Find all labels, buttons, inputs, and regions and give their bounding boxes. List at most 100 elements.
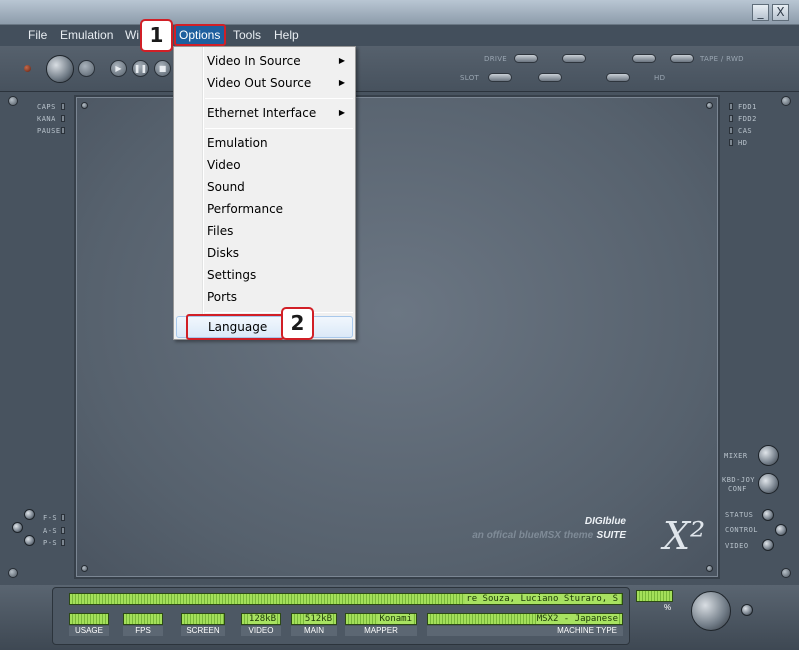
menu-item-label: Disks — [207, 246, 240, 260]
screw-icon — [781, 568, 791, 578]
drive-a-toggle[interactable] — [514, 54, 538, 63]
submenu-arrow-icon: ▶ — [338, 78, 345, 87]
play-button[interactable]: ▶ — [110, 60, 127, 77]
caps-label: CAPS — [37, 103, 56, 111]
ticker-display: re Souza, Luciano Sturaro, S — [69, 593, 623, 605]
menu-item-settings[interactable]: Settings — [176, 264, 353, 286]
fps-display — [123, 613, 163, 625]
video-memory-display: 128kB — [241, 613, 281, 625]
control-button[interactable] — [775, 524, 787, 536]
menu-item-sound[interactable]: Sound — [176, 176, 353, 198]
ps-led — [61, 539, 65, 546]
tape-toggle[interactable] — [632, 54, 656, 63]
menu-item-label: Ethernet Interface — [207, 106, 317, 120]
menu-item-label: Settings — [207, 268, 257, 282]
mixer-button[interactable] — [758, 445, 779, 466]
menu-item-label: Ports — [207, 290, 238, 304]
as-led — [61, 527, 65, 534]
menu-tools[interactable]: Tools — [229, 25, 265, 46]
drive-label: DRIVE — [484, 55, 508, 63]
menu-item-ports[interactable]: Ports — [176, 286, 353, 308]
emulator-screen[interactable]: DIGIblue an offical blueMSX theme SUITE — [74, 95, 720, 579]
fdd2-label: FDD2 — [738, 115, 757, 123]
as-button[interactable] — [12, 522, 23, 533]
menu-separator — [205, 312, 353, 313]
video-memory-label: VIDEO — [241, 626, 281, 636]
mixer-label: MIXER — [724, 452, 748, 460]
main-memory-display: 512kB — [291, 613, 337, 625]
menu-separator — [205, 128, 353, 129]
kbd-joy-conf-button[interactable] — [758, 473, 779, 494]
screw-icon — [8, 96, 18, 106]
language-highlight-box — [186, 314, 284, 340]
main-memory-value: 512kB — [303, 614, 333, 624]
slot-1-toggle[interactable] — [488, 73, 512, 82]
menu-item-video[interactable]: Video — [176, 154, 353, 176]
step-2-badge: 2 — [281, 307, 314, 340]
pause-button[interactable]: ❚❚ — [132, 60, 149, 77]
volume-knob[interactable] — [691, 591, 731, 631]
menu-item-emulation[interactable]: Emulation — [176, 132, 353, 154]
video-memory-value: 128kB — [247, 614, 277, 624]
pause-label: PAUSE — [37, 127, 61, 135]
hd-label: HD — [738, 139, 748, 147]
drive-b-toggle[interactable] — [562, 54, 586, 63]
menu-item-disks[interactable]: Disks — [176, 242, 353, 264]
status-button[interactable] — [762, 509, 774, 521]
brand-tagline: an offical blueMSX theme — [472, 530, 594, 541]
percent-label: % — [664, 603, 672, 612]
usage-display — [69, 613, 109, 625]
menu-item-ethernet-interface[interactable]: Ethernet Interface ▶ — [176, 102, 353, 124]
brand-logo: X² — [663, 514, 706, 558]
screen-label: SCREEN — [181, 626, 225, 636]
as-label: A-S — [43, 527, 58, 535]
minimize-button[interactable]: _ — [752, 4, 769, 21]
fdd1-label: FDD1 — [738, 103, 757, 111]
status-frame: re Souza, Luciano Sturaro, S USAGE FPS S… — [52, 587, 630, 645]
screen-display — [181, 613, 225, 625]
brand-suite: SUITE — [596, 530, 626, 541]
brand-block: DIGIblue an offical blueMSX theme SUITE — [472, 513, 626, 541]
menu-emulation[interactable]: Emulation — [56, 25, 117, 46]
volume-display — [636, 590, 673, 602]
slot-label: SLOT — [460, 74, 480, 82]
menu-file[interactable]: File — [24, 25, 51, 46]
submenu-arrow-icon: ▶ — [338, 108, 345, 117]
fdd2-led — [729, 115, 733, 122]
brand-name: DIGIblue — [584, 516, 626, 527]
ticker-text: re Souza, Luciano Sturaro, S — [465, 594, 619, 604]
reset-button[interactable] — [78, 60, 95, 77]
conf-label: CONF — [728, 485, 747, 493]
menu-item-video-in-source[interactable]: Video In Source ▶ — [176, 50, 353, 72]
stop-button[interactable]: ■ — [154, 60, 171, 77]
main-memory-label: MAIN — [291, 626, 337, 636]
close-button[interactable]: X — [772, 4, 789, 21]
pause-led — [61, 127, 65, 134]
power-knob[interactable] — [46, 55, 74, 83]
cas-led — [729, 127, 733, 134]
menu-help[interactable]: Help — [270, 25, 303, 46]
menu-item-label: Emulation — [207, 136, 268, 150]
video-button[interactable] — [762, 539, 774, 551]
ps-button[interactable] — [24, 535, 35, 546]
menu-item-performance[interactable]: Performance — [176, 198, 353, 220]
step-1-badge: 1 — [140, 19, 173, 52]
menu-item-label: Files — [207, 224, 234, 238]
mapper-display: Konami — [345, 613, 417, 625]
slot-2-toggle[interactable] — [538, 73, 562, 82]
hd-toggle[interactable] — [606, 73, 630, 82]
status-label: STATUS — [725, 511, 754, 519]
menu-item-label: Video Out Source — [207, 76, 312, 90]
menu-item-files[interactable]: Files — [176, 220, 353, 242]
machine-type-label: MACHINE TYPE — [427, 626, 623, 636]
fps-label: FPS — [123, 626, 163, 636]
fdd1-led — [729, 103, 733, 110]
fs-button[interactable] — [24, 509, 35, 520]
menu-item-video-out-source[interactable]: Video Out Source ▶ — [176, 72, 353, 94]
tape-rwd-toggle[interactable] — [670, 54, 694, 63]
screw-icon — [706, 102, 713, 109]
fs-led — [61, 514, 65, 521]
volume-reset-button[interactable] — [741, 604, 753, 616]
menu-item-label: Sound — [207, 180, 245, 194]
status-panel: re Souza, Luciano Sturaro, S USAGE FPS S… — [0, 585, 799, 650]
